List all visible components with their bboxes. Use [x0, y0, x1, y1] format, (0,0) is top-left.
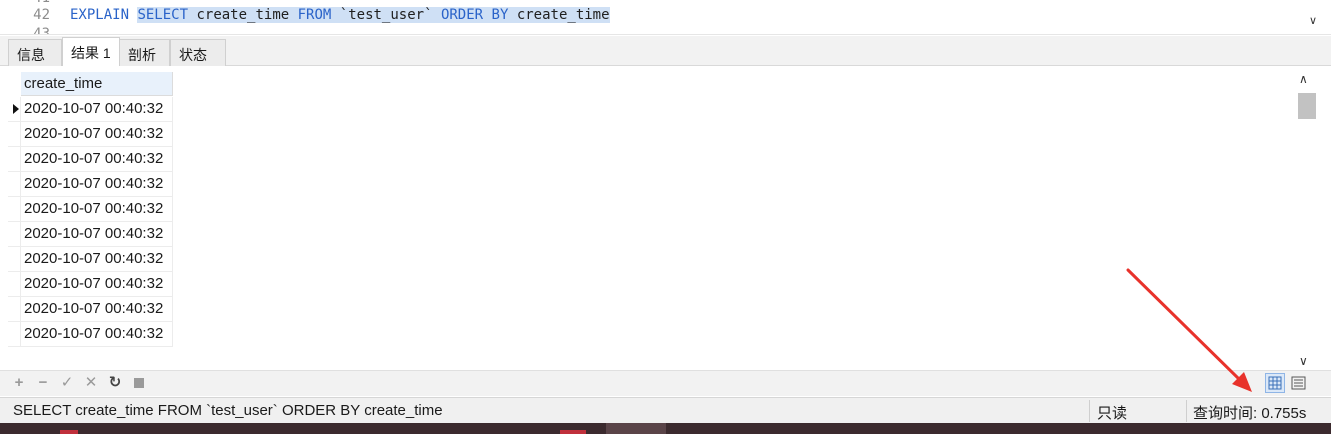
tab-result-1[interactable]: 结果 1: [62, 37, 120, 67]
annotation-arrow-icon: [1126, 268, 1252, 392]
table-cell[interactable]: 2020-10-07 00:40:32: [21, 272, 173, 297]
table-cell[interactable]: 2020-10-07 00:40:32: [21, 122, 173, 147]
grid-view-icon[interactable]: [1265, 373, 1285, 393]
tab-status[interactable]: 状态: [170, 39, 226, 66]
status-divider: [1089, 400, 1090, 422]
tab-info[interactable]: 信息: [8, 39, 62, 66]
row-marker[interactable]: [8, 97, 21, 122]
stop-icon[interactable]: [130, 374, 148, 392]
chevron-down-icon[interactable]: ∨: [1299, 354, 1308, 368]
table-cell[interactable]: 2020-10-07 00:40:32: [21, 147, 173, 172]
result-tabs: 信息 结果 1 剖析 状态: [0, 36, 1331, 67]
taskbar-app-icon[interactable]: [606, 423, 666, 434]
status-readonly: 只读: [1097, 405, 1128, 422]
table-cell[interactable]: 2020-10-07 00:40:32: [21, 322, 173, 347]
row-marker[interactable]: [8, 297, 21, 322]
row-marker[interactable]: [8, 147, 21, 172]
apply-changes-icon[interactable]: ✓: [58, 374, 76, 392]
table-cell[interactable]: 2020-10-07 00:40:32: [21, 247, 173, 272]
chevron-up-icon[interactable]: ∧: [1299, 72, 1308, 86]
form-view-icon[interactable]: [1289, 373, 1309, 393]
status-query-text: SELECT create_time FROM `test_user` ORDE…: [13, 402, 443, 419]
sql-keyword: FROM: [297, 7, 332, 23]
column-header-create-time[interactable]: create_time: [21, 72, 173, 96]
table-cell[interactable]: 2020-10-07 00:40:32: [21, 97, 173, 122]
table-cell[interactable]: 2020-10-07 00:40:32: [21, 297, 173, 322]
row-marker[interactable]: [8, 247, 21, 272]
line-number: 43: [33, 26, 50, 35]
os-taskbar: [0, 423, 1331, 434]
add-record-icon[interactable]: +: [10, 374, 28, 392]
row-marker[interactable]: [8, 272, 21, 297]
vertical-scrollbar[interactable]: ∧ ∨: [1297, 72, 1316, 368]
table-cell[interactable]: 2020-10-07 00:40:32: [21, 197, 173, 222]
sql-editor[interactable]: 41 42 43 EXPLAIN SELECT create_time FROM…: [0, 0, 1331, 35]
taskbar-app-icon[interactable]: [60, 430, 78, 434]
sql-keyword: ORDER BY: [440, 7, 509, 23]
row-marker[interactable]: [8, 172, 21, 197]
tab-profile[interactable]: 剖析: [120, 39, 170, 66]
delete-record-icon[interactable]: −: [34, 374, 52, 392]
sql-identifier: `test_user`: [339, 7, 433, 23]
status-divider: [1186, 400, 1187, 422]
row-marker[interactable]: [8, 322, 21, 347]
table-cell[interactable]: 2020-10-07 00:40:32: [21, 222, 173, 247]
sql-keyword: EXPLAIN: [70, 7, 130, 23]
sql-code-line[interactable]: EXPLAIN SELECT create_time FROM `test_us…: [70, 5, 610, 26]
scrollbar-thumb[interactable]: [1298, 93, 1316, 119]
sql-identifier: create_time: [196, 7, 290, 23]
refresh-icon[interactable]: ↻: [106, 374, 124, 392]
current-row-icon: [13, 104, 19, 114]
taskbar-app-icon[interactable]: [560, 430, 586, 434]
chevron-down-icon[interactable]: ∨: [1309, 14, 1317, 27]
sql-identifier: create_time: [516, 7, 610, 23]
row-marker[interactable]: [8, 222, 21, 247]
sql-keyword: SELECT: [137, 7, 189, 23]
row-marker[interactable]: [8, 122, 21, 147]
status-query-time: 查询时间: 0.755s: [1193, 405, 1307, 422]
line-number: 42: [33, 7, 50, 23]
discard-changes-icon[interactable]: ✕: [82, 374, 100, 392]
row-marker[interactable]: [8, 197, 21, 222]
table-cell[interactable]: 2020-10-07 00:40:32: [21, 172, 173, 197]
line-number: 41: [28, 0, 50, 6]
